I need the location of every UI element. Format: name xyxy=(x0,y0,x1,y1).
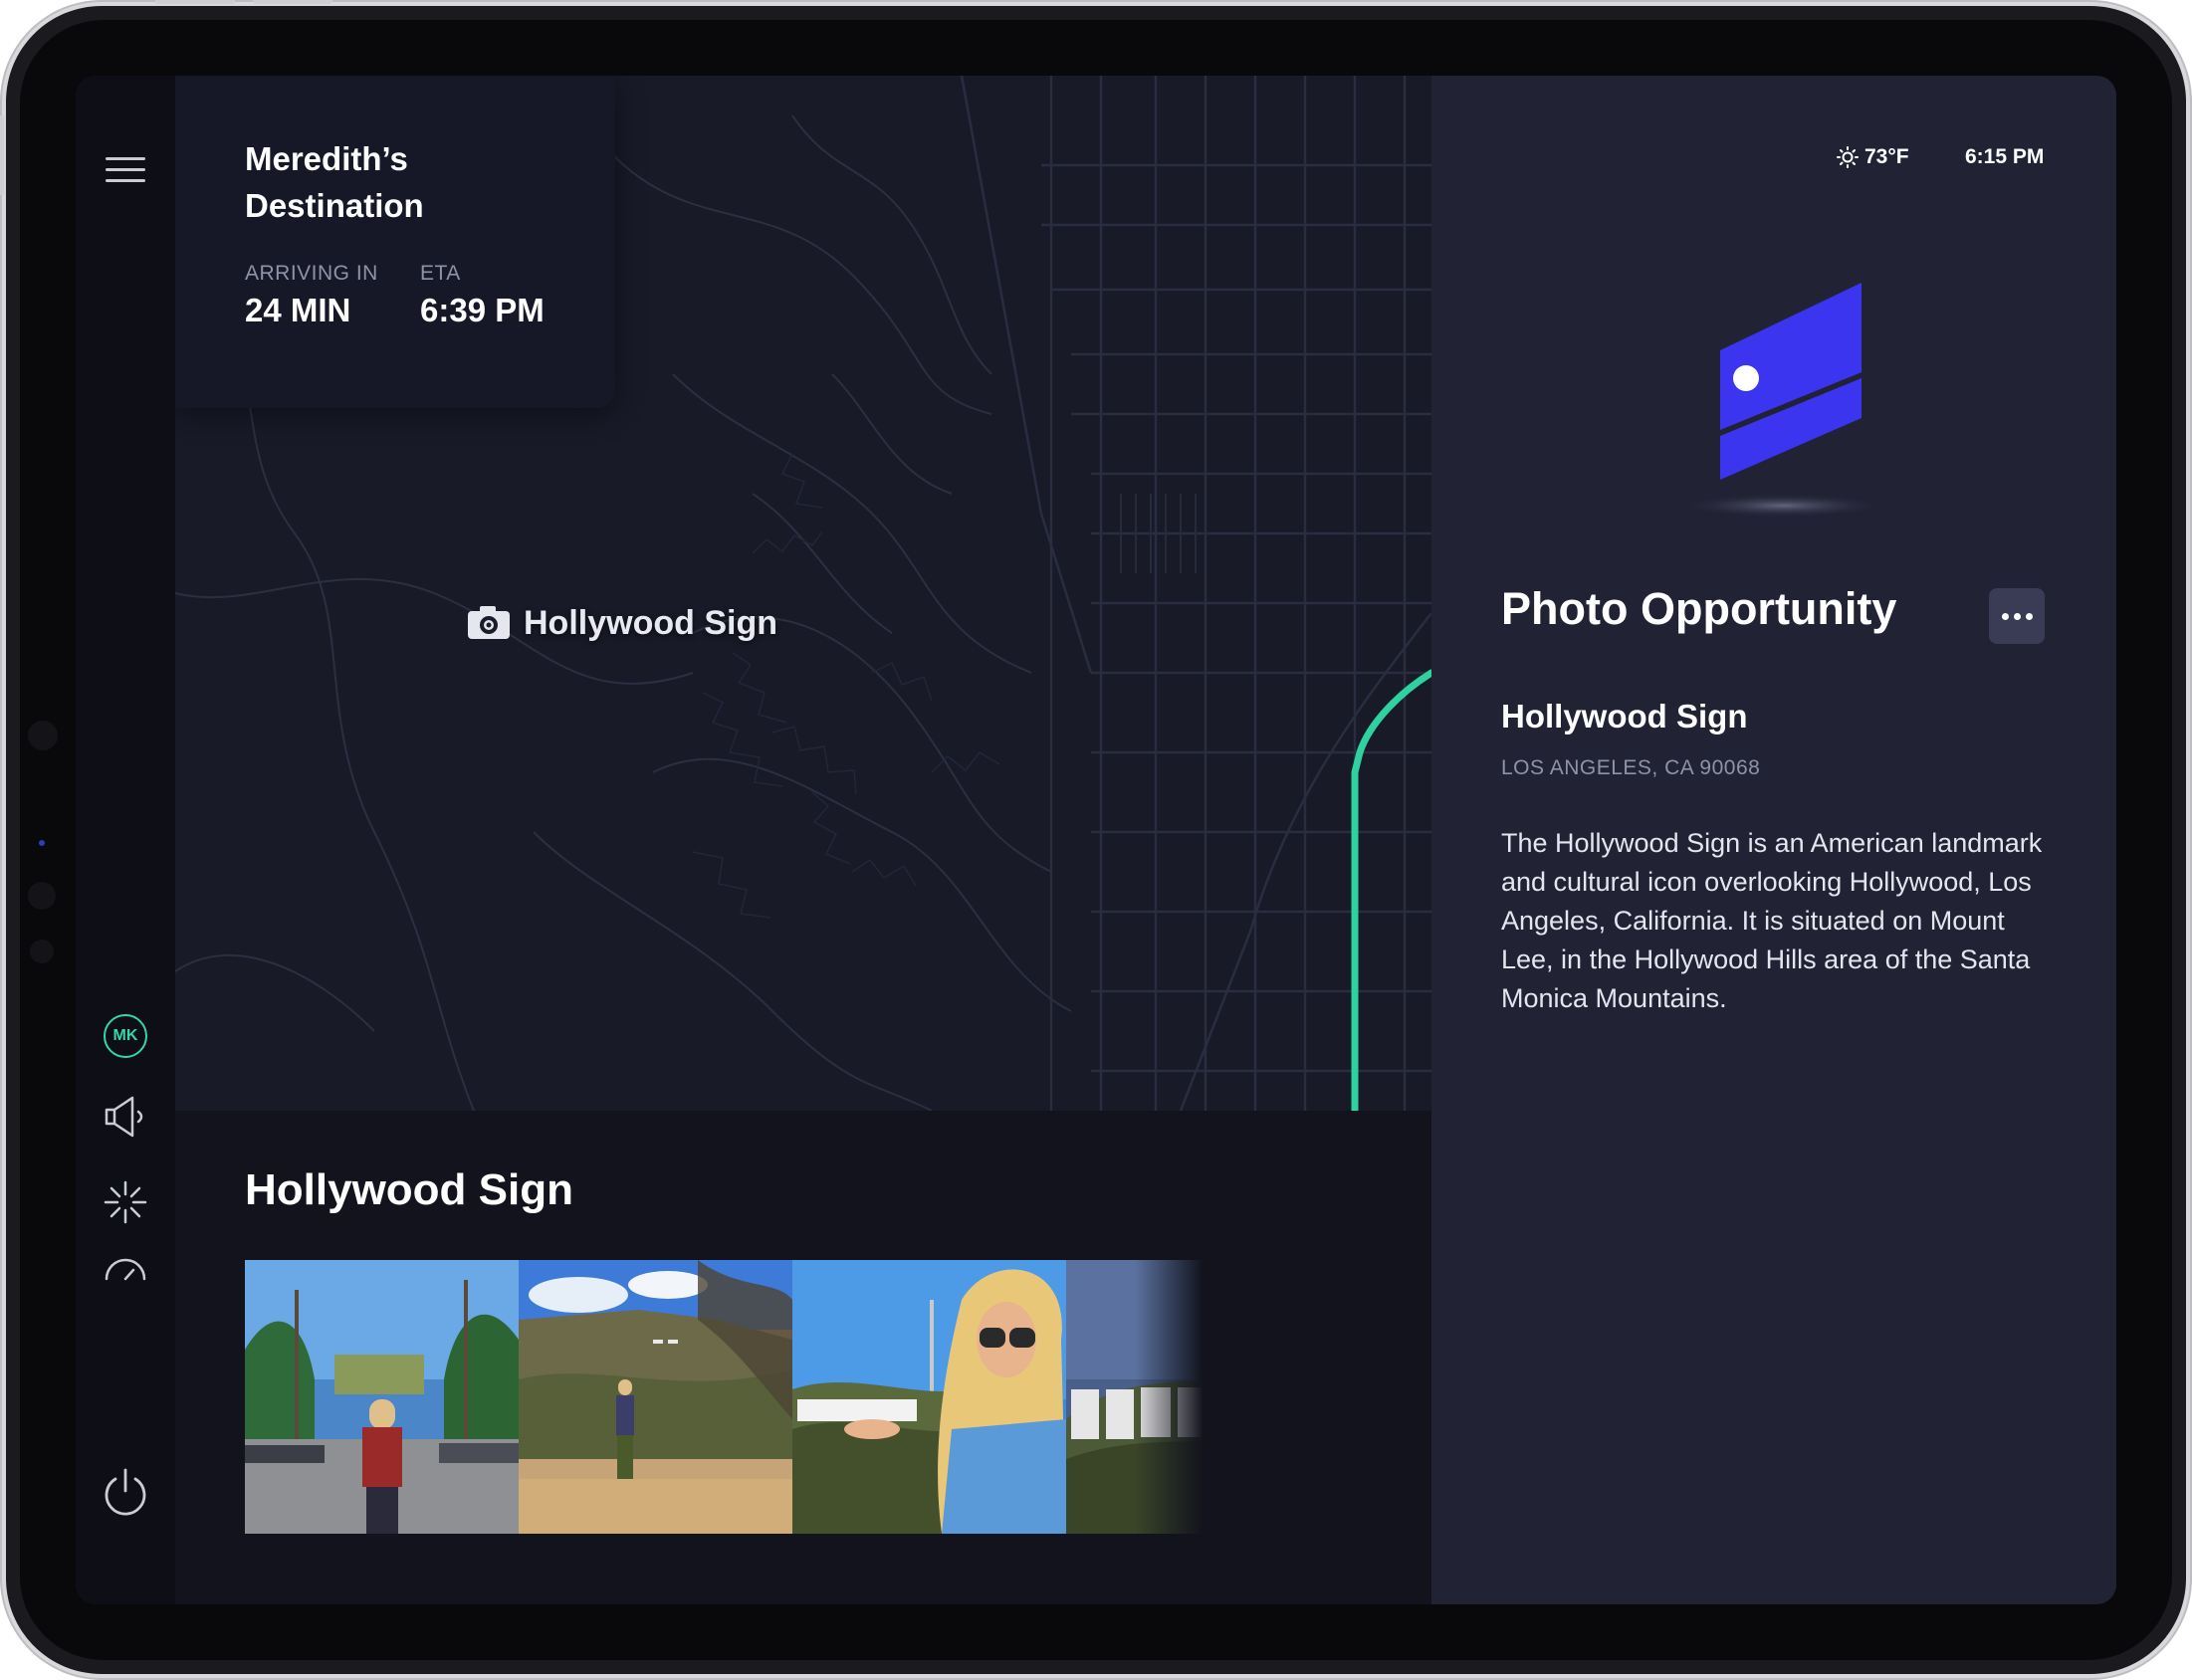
camera-dot-3 xyxy=(30,940,54,963)
fan-icon xyxy=(104,1180,147,1224)
camera-lens-dot xyxy=(39,840,45,846)
more-icon xyxy=(2001,612,2009,620)
camera-dot-1 xyxy=(28,721,58,750)
more-options-button[interactable] xyxy=(1989,588,2045,644)
street-photo xyxy=(245,1260,519,1534)
avatar: MK xyxy=(104,1014,147,1058)
user-avatar-button[interactable]: MK xyxy=(76,1011,175,1061)
photo-gallery: Hollywood Sign xyxy=(175,1111,1431,1604)
gauge-icon xyxy=(105,1258,146,1281)
gallery-photo-street[interactable] xyxy=(245,1260,519,1534)
gallery-photo-hillside[interactable] xyxy=(519,1260,792,1534)
more-icon-dot xyxy=(2025,612,2033,620)
menu-icon xyxy=(106,156,145,160)
detail-panel: 73°F 6:15 PM Photo Opportunity Hollywood… xyxy=(1431,76,2116,1604)
hillside-photo xyxy=(519,1260,792,1534)
volume-button-top xyxy=(155,0,235,4)
destination-title: Meredith’s Destination xyxy=(245,140,424,224)
gallery-photo-selfie[interactable] xyxy=(792,1260,1066,1534)
menu-icon-bar xyxy=(106,178,145,182)
menu-icon-bar xyxy=(106,167,145,171)
left-rail: MK xyxy=(76,76,175,1604)
eta-block: ETA 6:39 PM xyxy=(420,262,545,329)
camera-icon xyxy=(468,606,510,639)
sign-selfie-photo xyxy=(792,1260,1066,1534)
weather-status: 73°F xyxy=(1837,145,1909,169)
place-name: Hollywood Sign xyxy=(1501,698,1748,735)
power-side-button xyxy=(0,115,4,195)
gallery-photo-closeup[interactable] xyxy=(1066,1260,1340,1534)
drive-mode-button[interactable] xyxy=(76,1248,175,1288)
panel-heading: Photo Opportunity xyxy=(1501,583,1897,634)
place-description: The Hollywood Sign is an American landma… xyxy=(1501,828,2043,1013)
place-address: LOS ANGELES, CA 90068 xyxy=(1501,756,1761,779)
route-line xyxy=(1351,669,1431,1111)
camera-dot-2 xyxy=(28,882,56,910)
temperature: 73°F xyxy=(1864,145,1909,168)
photo-opportunity-icon xyxy=(1678,283,1887,518)
arriving-label: ARRIVING IN xyxy=(245,262,378,285)
app-screen: Meredith’s Destination ARRIVING IN 24 MI… xyxy=(76,76,2116,1604)
speaker-icon xyxy=(105,1096,143,1138)
volume-button-bottom xyxy=(253,0,332,4)
trip-info-card: Meredith’s Destination ARRIVING IN 24 MI… xyxy=(175,76,615,408)
map-marker-label: Hollywood Sign xyxy=(524,603,777,642)
arriving-value: 24 MIN xyxy=(245,292,351,328)
time: 6:15 PM xyxy=(1965,145,2045,168)
eta-label: ETA xyxy=(420,262,461,285)
more-icon-dot xyxy=(2013,612,2021,620)
sign-closeup-photo xyxy=(1066,1260,1340,1534)
arriving-block: ARRIVING IN 24 MIN xyxy=(245,262,378,329)
climate-button[interactable] xyxy=(76,1174,175,1230)
menu-button[interactable] xyxy=(76,149,175,189)
sun-icon xyxy=(1837,146,1859,168)
audio-button[interactable] xyxy=(76,1089,175,1145)
power-button[interactable] xyxy=(76,1465,175,1521)
eta-value: 6:39 PM xyxy=(420,292,545,328)
photo-opportunity-logo xyxy=(1678,263,1887,526)
power-icon xyxy=(105,1468,146,1516)
clock: 6:15 PM xyxy=(1965,145,2044,169)
gallery-title: Hollywood Sign xyxy=(245,1165,573,1214)
map-marker-hollywood-sign[interactable]: Hollywood Sign xyxy=(466,603,777,643)
